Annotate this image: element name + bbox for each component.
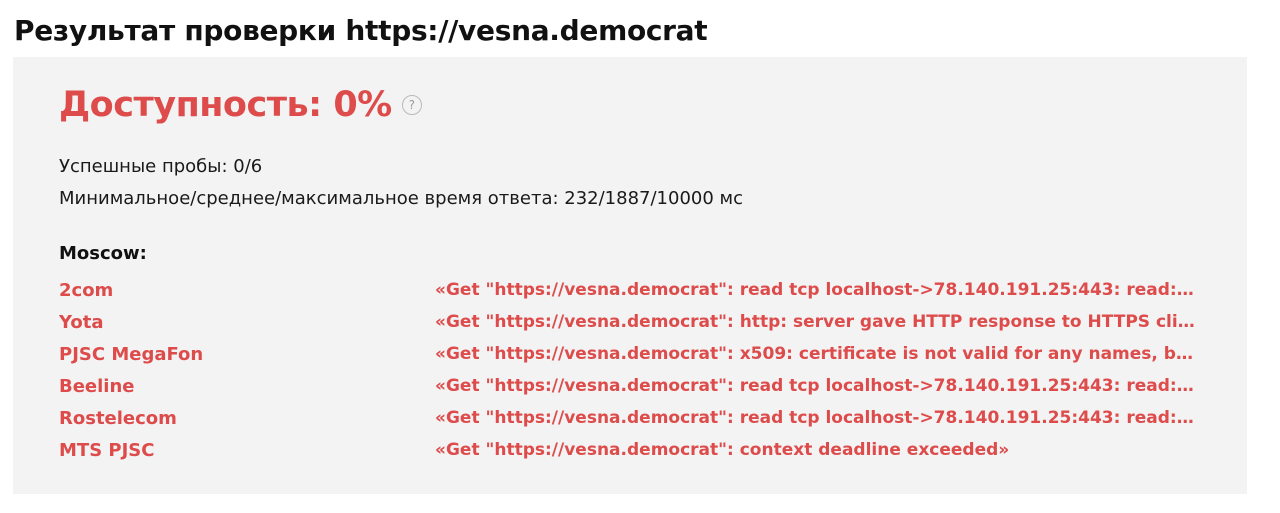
successful-probes-text: Успешные пробы: 0/6 [59,156,263,177]
probe-row: Yota «Get "https://vesna.democrat": http… [59,306,1209,338]
probe-provider: MTS PJSC [59,439,155,461]
probe-error: «Get "https://vesna.democrat": context d… [435,440,1010,460]
probe-error: «Get "https://vesna.democrat": read tcp … [435,376,1199,396]
probe-row: Beeline «Get "https://vesna.democrat": r… [59,370,1209,402]
probe-row: 2com «Get "https://vesna.democrat": read… [59,274,1209,306]
availability-value: Доступность: 0% [59,85,392,125]
region-title: Moscow: [59,243,147,264]
response-time-text: Минимальное/среднее/максимальное время о… [59,188,744,209]
probe-error: «Get "https://vesna.democrat": x509: cer… [435,344,1199,364]
probe-provider: 2com [59,279,114,301]
probe-provider: Yota [59,311,104,333]
help-icon[interactable]: ? [401,95,422,115]
probe-list: 2com «Get "https://vesna.democrat": read… [59,274,1209,466]
probe-row: PJSC MegaFon «Get "https://vesna.democra… [59,338,1209,370]
result-panel: Доступность: 0% ? Успешные пробы: 0/6 Ми… [13,57,1247,494]
page-title: Результат проверки https://vesna.democra… [14,14,708,47]
probe-error: «Get "https://vesna.democrat": read tcp … [435,408,1199,428]
probe-error: «Get "https://vesna.democrat": http: ser… [435,312,1199,332]
probe-error: «Get "https://vesna.democrat": read tcp … [435,280,1199,300]
probe-provider: Beeline [59,375,135,397]
availability-heading: Доступность: 0% ? [59,85,422,125]
probe-provider: PJSC MegaFon [59,343,204,365]
probe-row: Rostelecom «Get "https://vesna.democrat"… [59,402,1209,434]
probe-provider: Rostelecom [59,407,177,429]
probe-row: MTS PJSC «Get "https://vesna.democrat": … [59,434,1209,466]
